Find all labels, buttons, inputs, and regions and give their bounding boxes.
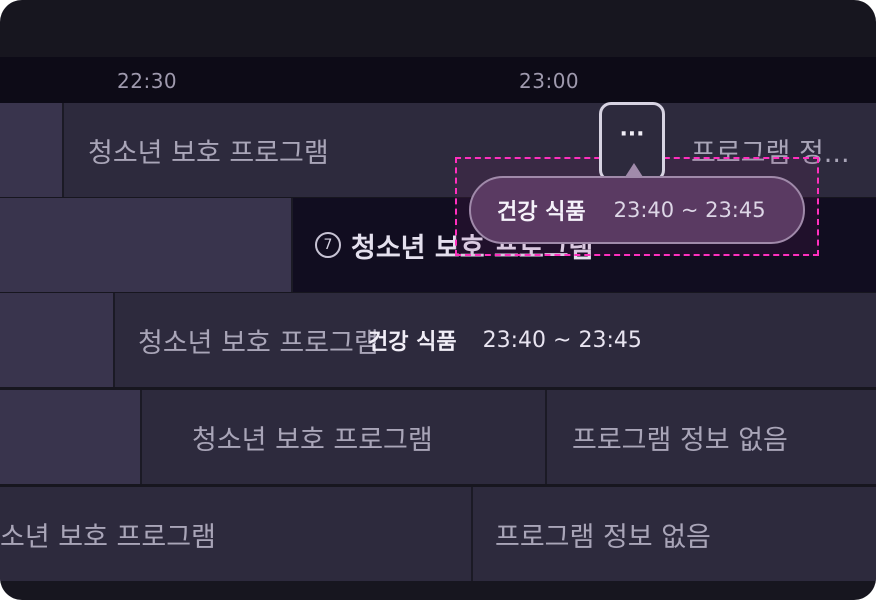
program-cell[interactable] <box>0 198 291 292</box>
program-title: 청소년 보호 프로그램 <box>192 424 433 456</box>
program-cell[interactable]: 소년 보호 프로그램 <box>0 487 471 581</box>
tooltip-program-time: 23:40 ~ 23:45 <box>613 198 766 222</box>
program-cell[interactable] <box>0 390 140 484</box>
program-tooltip: 건강 식품 23:40 ~ 23:45 <box>469 176 805 244</box>
program-title: 프로그램 정보 없음 <box>495 521 711 553</box>
overlay-program-time: 23:40 ~ 23:45 <box>482 327 642 353</box>
channel-row: 청소년 보호 프로그램 프로그램 정보 없음 <box>0 390 876 484</box>
program-title: 청소년 보호 프로그램 <box>88 137 329 169</box>
age-rating-badge: 7 <box>315 232 341 258</box>
program-cell[interactable] <box>0 293 113 387</box>
program-overlay-info: 건강 식품 23:40 ~ 23:45 <box>368 293 642 387</box>
tooltip-program-name: 건강 식품 <box>497 200 586 225</box>
tooltip-pointer <box>625 163 643 177</box>
program-cell[interactable] <box>0 103 62 197</box>
program-title: 프로그램 정보 없음 <box>572 424 788 456</box>
program-cell[interactable]: 프로그램 정보 없음 <box>545 390 876 484</box>
overlay-program-name: 건강 식품 <box>368 330 457 355</box>
time-label: 23:00 <box>519 69 580 93</box>
channel-row: 소년 보호 프로그램 프로그램 정보 없음 <box>0 487 876 581</box>
time-label: 22:30 <box>117 69 178 93</box>
program-title: 소년 보호 프로그램 <box>0 521 216 553</box>
channel-row: 청소년 보호 프로그램 건강 식품 23:40 ~ 23:45 <box>0 293 876 387</box>
program-title: 청소년 보호 프로그램 <box>138 327 379 359</box>
program-cell[interactable]: 프로그램 정보 없음 <box>471 487 876 581</box>
epg-screen: 22:30 23:00 청소년 보호 프로그램 프로그램 정... 7 청소년 … <box>0 0 876 600</box>
timeline-bar: 22:30 23:00 <box>0 57 876 103</box>
program-cell[interactable]: 청소년 보호 프로그램 <box>140 390 545 484</box>
